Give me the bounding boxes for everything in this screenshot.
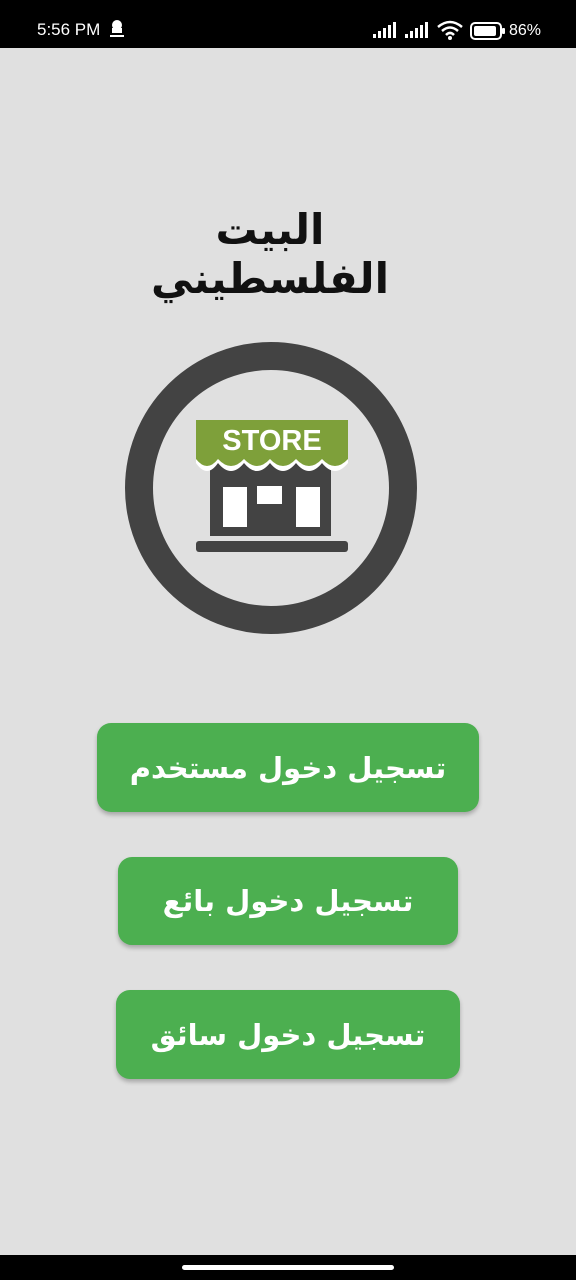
driver-login-button[interactable]: تسجيل دخول سائق	[116, 990, 460, 1079]
notification-icon	[109, 19, 125, 43]
status-bar: 5:56 PM 86%	[0, 0, 576, 48]
home-gesture-handle[interactable]	[182, 1265, 394, 1270]
store-logo-icon: STORE	[125, 342, 417, 634]
seller-login-button[interactable]: تسجيل دخول بائع	[118, 857, 458, 945]
battery-percentage: 86%	[509, 22, 542, 39]
signal-icon	[405, 22, 431, 42]
logo-text: STORE	[222, 425, 321, 457]
user-login-button[interactable]: تسجيل دخول مستخدم	[97, 723, 479, 812]
app-title: البيت الفلسطيني	[151, 205, 389, 303]
status-time: 5:56 PM	[37, 20, 101, 39]
battery-icon	[470, 22, 506, 44]
wifi-icon	[437, 20, 463, 44]
signal-icon	[373, 22, 399, 42]
